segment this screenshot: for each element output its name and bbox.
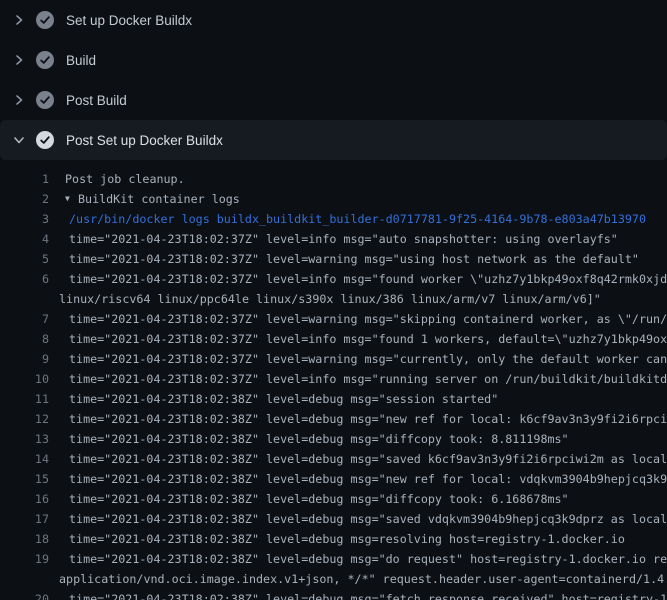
log-text: time="2021-04-23T18:02:38Z" level=debug … xyxy=(69,449,667,469)
line-number[interactable]: 18 xyxy=(0,529,49,549)
log-line: 19 time="2021-04-23T18:02:38Z" level=deb… xyxy=(0,549,667,569)
log-line: 3 /usr/bin/docker logs buildx_buildkit_b… xyxy=(0,209,667,229)
step-title: Post Set up Docker Buildx xyxy=(66,133,223,148)
log-line: 10 time="2021-04-23T18:02:37Z" level=inf… xyxy=(0,369,667,389)
step-title: Set up Docker Buildx xyxy=(66,13,192,28)
log-line: 14 time="2021-04-23T18:02:38Z" level=deb… xyxy=(0,449,667,469)
line-number[interactable]: 16 xyxy=(0,489,49,509)
log-text[interactable]: BuildKit container logs xyxy=(78,189,240,209)
chevron-down-icon xyxy=(13,134,25,146)
log-text: time="2021-04-23T18:02:38Z" level=debug … xyxy=(69,589,667,600)
line-number[interactable]: 11 xyxy=(0,389,49,409)
log-line: 17 time="2021-04-23T18:02:38Z" level=deb… xyxy=(0,509,667,529)
line-number[interactable]: 13 xyxy=(0,429,49,449)
log-text: time="2021-04-23T18:02:37Z" level=info m… xyxy=(69,269,667,289)
log-text: time="2021-04-23T18:02:38Z" level=debug … xyxy=(69,409,667,429)
log-line: 12 time="2021-04-23T18:02:38Z" level=deb… xyxy=(0,409,667,429)
log-line: 5 time="2021-04-23T18:02:37Z" level=warn… xyxy=(0,249,667,269)
log-text: time="2021-04-23T18:02:38Z" level=debug … xyxy=(69,529,625,549)
log-text: time="2021-04-23T18:02:37Z" level=warnin… xyxy=(69,349,667,369)
line-number[interactable]: 10 xyxy=(0,369,49,389)
log-text: time="2021-04-23T18:02:37Z" level=info m… xyxy=(69,329,667,349)
step-title: Post Build xyxy=(66,93,127,108)
expander-triangle-icon: ▼ xyxy=(65,189,70,209)
line-number[interactable]: 4 xyxy=(0,229,49,249)
chevron-right-icon xyxy=(13,14,25,26)
log-line: 6 time="2021-04-23T18:02:37Z" level=info… xyxy=(0,269,667,289)
log-line: 18 time="2021-04-23T18:02:38Z" level=deb… xyxy=(0,529,667,549)
check-circle-icon xyxy=(36,51,54,69)
log-line: 9 time="2021-04-23T18:02:37Z" level=warn… xyxy=(0,349,667,369)
log-line: 13 time="2021-04-23T18:02:38Z" level=deb… xyxy=(0,429,667,449)
step-header[interactable]: Set up Docker Buildx xyxy=(0,0,667,40)
log-text: Post job cleanup. xyxy=(65,169,185,189)
step-header[interactable]: Build xyxy=(0,40,667,80)
log-line: 20 time="2021-04-23T18:02:38Z" level=deb… xyxy=(0,589,667,600)
log-text: time="2021-04-23T18:02:37Z" level=info m… xyxy=(69,229,618,249)
log-text: time="2021-04-23T18:02:38Z" level=debug … xyxy=(69,549,667,569)
log-text: time="2021-04-23T18:02:38Z" level=debug … xyxy=(69,509,667,529)
line-number[interactable]: 12 xyxy=(0,409,49,429)
log-text: time="2021-04-23T18:02:38Z" level=debug … xyxy=(69,429,569,449)
line-number[interactable]: 2 xyxy=(0,189,49,209)
log-group-header: 2 ▼ BuildKit container logs xyxy=(0,189,667,209)
line-number[interactable]: 9 xyxy=(0,349,49,369)
log-line: 16 time="2021-04-23T18:02:38Z" level=deb… xyxy=(0,489,667,509)
log-area[interactable]: 1 Post job cleanup. 2 ▼ BuildKit containe… xyxy=(0,160,667,600)
log-line: 15 time="2021-04-23T18:02:38Z" level=deb… xyxy=(0,469,667,489)
line-number[interactable]: 19 xyxy=(0,549,49,569)
log-line: 1 Post job cleanup. xyxy=(0,169,667,189)
line-number[interactable]: 17 xyxy=(0,509,49,529)
chevron-right-icon xyxy=(13,94,25,106)
log-text: time="2021-04-23T18:02:38Z" level=debug … xyxy=(69,389,498,409)
workflow-log-panel: Set up Docker Buildx Build P xyxy=(0,0,667,600)
log-text: time="2021-04-23T18:02:37Z" level=info m… xyxy=(69,369,667,389)
line-number[interactable]: 3 xyxy=(0,209,49,229)
log-text: /usr/bin/docker logs buildx_buildkit_bui… xyxy=(69,209,646,229)
chevron-right-icon xyxy=(13,54,25,66)
line-number[interactable]: 1 xyxy=(0,169,49,189)
log-line: 8 time="2021-04-23T18:02:37Z" level=info… xyxy=(0,329,667,349)
log-line: 4 time="2021-04-23T18:02:37Z" level=info… xyxy=(0,229,667,249)
step-title: Build xyxy=(66,53,96,68)
check-circle-icon xyxy=(36,91,54,109)
log-line: linux/riscv64 linux/ppc64le linux/s390x … xyxy=(0,289,667,309)
log-text: application/vnd.oci.image.index.v1+json,… xyxy=(59,569,667,589)
log-text: time="2021-04-23T18:02:37Z" level=warnin… xyxy=(69,309,667,329)
line-number[interactable]: 6 xyxy=(0,269,49,289)
log-line: 7 time="2021-04-23T18:02:37Z" level=warn… xyxy=(0,309,667,329)
line-number[interactable]: 14 xyxy=(0,449,49,469)
steps-list: Set up Docker Buildx Build P xyxy=(0,0,667,160)
log-line: application/vnd.oci.image.index.v1+json,… xyxy=(0,569,667,589)
log-text: time="2021-04-23T18:02:37Z" level=warnin… xyxy=(69,249,639,269)
log-line: 11 time="2021-04-23T18:02:38Z" level=deb… xyxy=(0,389,667,409)
line-number[interactable]: 15 xyxy=(0,469,49,489)
log-text: time="2021-04-23T18:02:38Z" level=debug … xyxy=(69,489,569,509)
check-circle-icon xyxy=(36,131,54,149)
line-number[interactable]: 20 xyxy=(0,589,49,600)
check-circle-icon xyxy=(36,11,54,29)
step-header[interactable]: Post Build xyxy=(0,80,667,120)
line-number[interactable]: 8 xyxy=(0,329,49,349)
log-text: time="2021-04-23T18:02:38Z" level=debug … xyxy=(69,469,667,489)
line-number[interactable]: 7 xyxy=(0,309,49,329)
step-header[interactable]: Post Set up Docker Buildx xyxy=(0,120,667,160)
log-text: linux/riscv64 linux/ppc64le linux/s390x … xyxy=(59,289,601,309)
line-number[interactable]: 5 xyxy=(0,249,49,269)
